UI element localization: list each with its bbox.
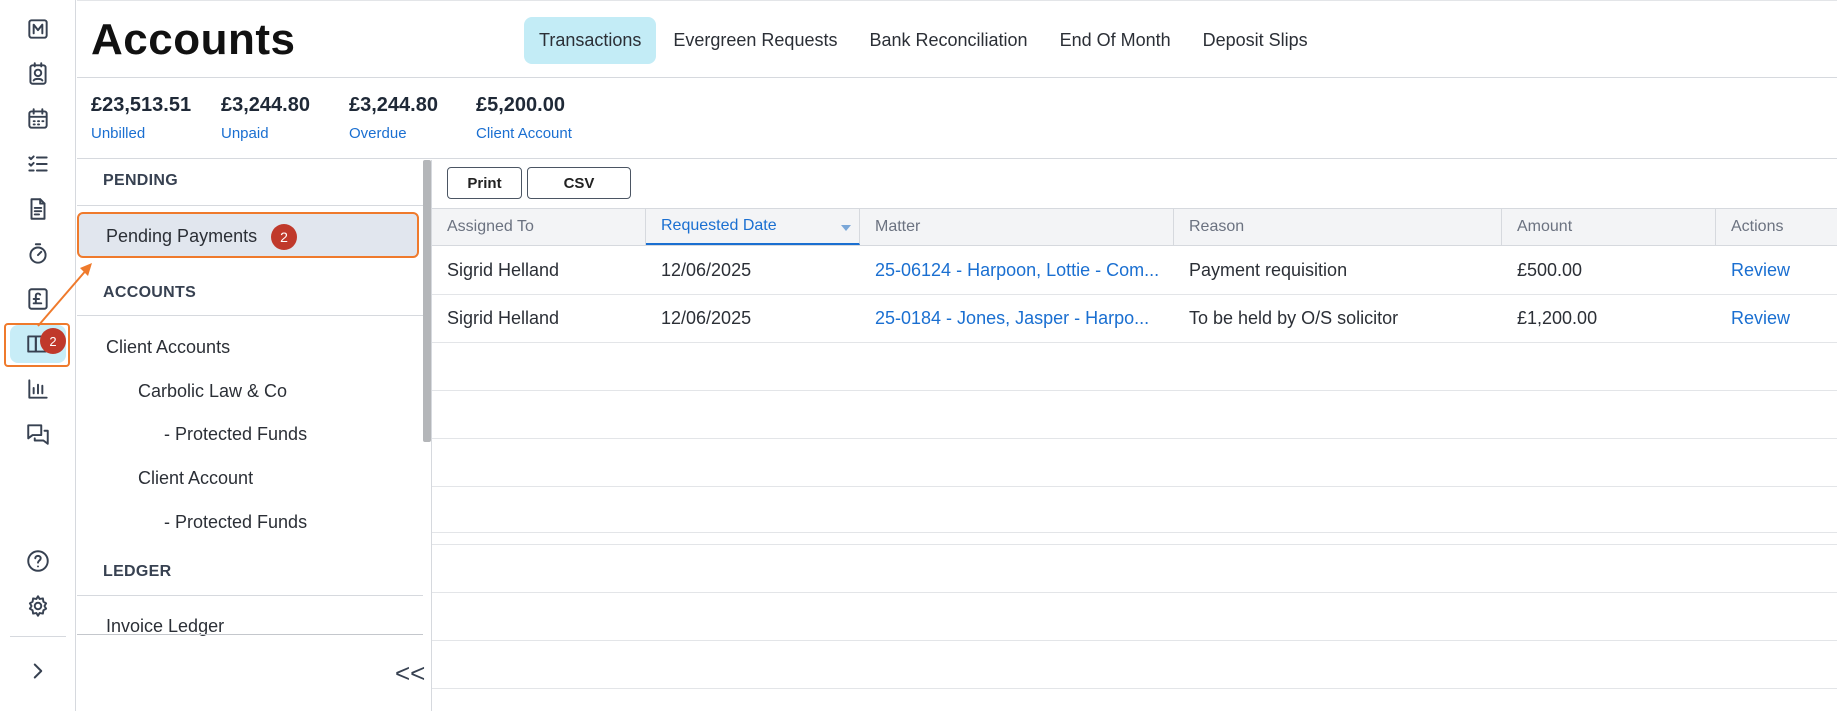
nav-item-protected-funds[interactable]: - Protected Funds: [164, 424, 307, 445]
tab-end-of-month[interactable]: End Of Month: [1045, 17, 1186, 64]
print-button[interactable]: Print: [447, 167, 522, 199]
page-header: Accounts Transactions Evergreen Requests…: [77, 0, 1837, 78]
cell-date: 12/06/2025: [661, 308, 752, 328]
review-link[interactable]: Review: [1716, 247, 1837, 294]
empty-row-divider: [432, 390, 1837, 391]
stat-unbilled[interactable]: £23,513.51 Unbilled: [91, 94, 191, 142]
nav-divider: [77, 595, 423, 596]
column-assigned-to[interactable]: Assigned To: [432, 209, 646, 245]
table-header: Assigned To Requested Date Matter Reason…: [432, 208, 1837, 246]
stat-label[interactable]: Overdue: [349, 125, 438, 142]
accounts-nav: PENDING Pending Payments 2 ACCOUNTS Clie…: [77, 160, 432, 711]
empty-row-divider: [432, 544, 1837, 545]
stat-value: £5,200.00: [476, 94, 565, 116]
nav-heading-ledger: LEDGER: [103, 563, 172, 580]
empty-row-divider: [432, 438, 1837, 439]
cell-date: 12/06/2025: [661, 260, 752, 280]
stat-client-account[interactable]: £5,200.00 Client Account: [476, 94, 572, 142]
tab-deposit-slips[interactable]: Deposit Slips: [1188, 17, 1323, 64]
nav-item-label: Pending Payments: [106, 226, 258, 246]
tab-bank-reconciliation[interactable]: Bank Reconciliation: [854, 17, 1042, 64]
cell-reason: Payment requisition: [1189, 260, 1348, 280]
transactions-panel: Print CSV Assigned To Requested Date Mat…: [432, 160, 1837, 711]
nav-item-protected-funds[interactable]: - Protected Funds: [164, 512, 307, 533]
cell-amount: £500.00: [1517, 260, 1583, 280]
csv-button[interactable]: CSV: [527, 167, 631, 199]
table-row[interactable]: Sigrid Helland 12/06/2025 25-0184 - Jone…: [432, 295, 1837, 343]
nav-divider: [77, 315, 423, 316]
nav-heading-pending: PENDING: [103, 172, 178, 189]
stat-label[interactable]: Unbilled: [91, 125, 191, 142]
stat-value: £3,244.80: [221, 94, 310, 116]
tab-bar: Transactions Evergreen Requests Bank Rec…: [524, 17, 1325, 64]
empty-row-divider: [432, 532, 1837, 533]
empty-row-divider: [432, 592, 1837, 593]
tab-evergreen-requests[interactable]: Evergreen Requests: [658, 17, 852, 64]
matter-link[interactable]: 25-06124 - Harpoon, Lottie - Com...: [860, 247, 1174, 294]
icon-rail: 2: [0, 0, 76, 711]
stat-overdue[interactable]: £3,244.80 Overdue: [349, 94, 438, 142]
cell-assigned: Sigrid Helland: [447, 260, 560, 280]
column-amount[interactable]: Amount: [1502, 209, 1716, 245]
stat-label[interactable]: Client Account: [476, 125, 572, 142]
nav-scrollbar[interactable]: [423, 160, 431, 442]
nav-item-pending-payments[interactable]: Pending Payments 2: [77, 212, 419, 258]
nav-divider: [77, 634, 423, 635]
timer-icon[interactable]: [10, 235, 66, 273]
tab-transactions[interactable]: Transactions: [524, 17, 657, 64]
sort-desc-icon: [841, 225, 851, 231]
column-label: Requested Date: [661, 217, 777, 234]
review-link[interactable]: Review: [1716, 295, 1837, 342]
stats-bar: £23,513.51 Unbilled £3,244.80 Unpaid £3,…: [77, 79, 1837, 159]
reports-icon[interactable]: [10, 370, 66, 408]
matter-link[interactable]: 25-0184 - Jones, Jasper - Harpo...: [860, 295, 1174, 342]
column-matter[interactable]: Matter: [860, 209, 1174, 245]
expand-icon[interactable]: [10, 652, 66, 690]
page-title: Accounts: [91, 15, 296, 64]
cell-assigned: Sigrid Helland: [447, 308, 560, 328]
settings-icon[interactable]: [10, 587, 66, 625]
messages-icon[interactable]: [10, 415, 66, 453]
column-requested-date[interactable]: Requested Date: [646, 209, 860, 245]
tasks-icon[interactable]: [10, 145, 66, 183]
collapse-panel-icon[interactable]: <<: [395, 658, 425, 689]
nav-item-carbolic[interactable]: Carbolic Law & Co: [138, 381, 287, 402]
nav-divider: [77, 205, 423, 206]
cell-reason: To be held by O/S solicitor: [1189, 308, 1399, 328]
empty-row-divider: [432, 486, 1837, 487]
cell-amount: £1,200.00: [1517, 308, 1598, 328]
contacts-icon[interactable]: [10, 55, 66, 93]
stat-value: £23,513.51: [91, 94, 192, 116]
column-actions: Actions: [1731, 218, 1784, 235]
stat-label[interactable]: Unpaid: [221, 125, 310, 142]
calendar-icon[interactable]: [10, 100, 66, 138]
billing-icon[interactable]: [10, 280, 66, 318]
stat-unpaid[interactable]: £3,244.80 Unpaid: [221, 94, 310, 142]
matter-icon[interactable]: [10, 10, 66, 48]
column-reason[interactable]: Reason: [1174, 209, 1502, 245]
table-row[interactable]: Sigrid Helland 12/06/2025 25-06124 - Har…: [432, 247, 1837, 295]
empty-row-divider: [432, 688, 1837, 689]
help-icon[interactable]: [10, 542, 66, 580]
nav-item-client-accounts[interactable]: Client Accounts: [106, 337, 230, 358]
pending-count-badge: 2: [271, 224, 297, 250]
documents-icon[interactable]: [10, 190, 66, 228]
nav-item-client-account[interactable]: Client Account: [138, 468, 253, 489]
empty-row-divider: [432, 640, 1837, 641]
accounts-badge: 2: [40, 328, 66, 354]
rail-divider: [10, 636, 66, 637]
nav-heading-accounts: ACCOUNTS: [103, 284, 197, 301]
stat-value: £3,244.80: [349, 94, 438, 116]
